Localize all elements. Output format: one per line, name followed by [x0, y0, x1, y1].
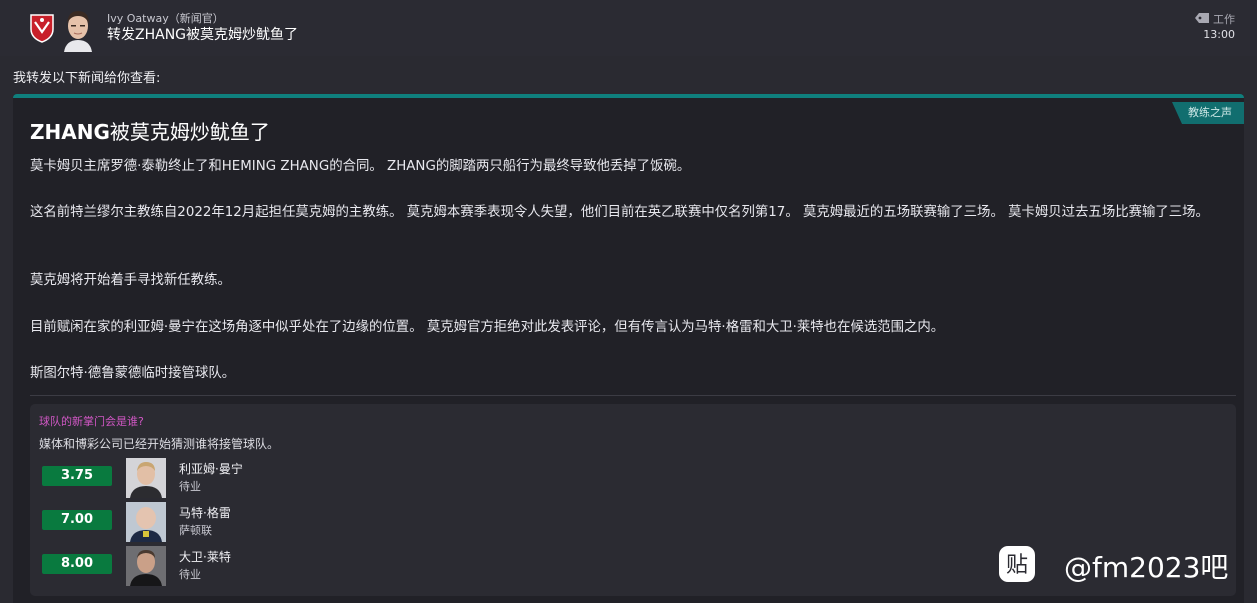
candidate-club[interactable]: 萨顿联: [179, 522, 212, 538]
betting-title: 球队的新掌门会是谁?: [39, 415, 144, 428]
article-paragraph: 斯图尔特·德鲁蒙德临时接管球队。: [30, 366, 236, 381]
tag-label: 工作: [1213, 13, 1235, 26]
tag-icon: [1195, 12, 1209, 26]
candidate-name[interactable]: 大卫·莱特: [179, 548, 231, 565]
article-paragraph: 目前赋闲在家的利亚姆·曼宁在这场角逐中似乎处在了边缘的位置。 莫克姆官方拒绝对此…: [30, 320, 945, 335]
club-crest-icon[interactable]: [29, 13, 55, 43]
message-subject: 转发ZHANG被莫克姆炒鱿鱼了: [107, 27, 299, 43]
candidate-name[interactable]: 利亚姆·曼宁: [179, 460, 243, 477]
betting-description: 媒体和博彩公司已经开始猜测谁将接管球队。: [39, 437, 280, 451]
headline-name[interactable]: ZHANG: [30, 120, 110, 144]
manager-betting-panel: 球队的新掌门会是谁? 媒体和博彩公司已经开始猜测谁将接管球队。 3.75 利亚姆…: [30, 404, 1236, 596]
article-paragraph: 莫克姆将开始着手寻找新任教练。: [30, 273, 231, 288]
message-tag[interactable]: 工作: [1195, 11, 1235, 27]
odds-badge: 7.00: [42, 510, 112, 530]
odds-badge: 3.75: [42, 466, 112, 486]
section-divider: [30, 395, 1236, 396]
tieba-logo-char: 贴: [1006, 553, 1028, 578]
headline-text: 被莫克姆炒鱿鱼了: [109, 120, 270, 144]
candidate-club: 待业: [179, 480, 201, 493]
sender-avatar[interactable]: [58, 6, 98, 52]
message-time: 13:00: [1203, 28, 1235, 41]
candidate-club: 待业: [179, 568, 201, 581]
tieba-logo-icon: 贴: [998, 545, 1036, 583]
article-headline: ZHANG被莫克姆炒鱿鱼了: [30, 116, 270, 145]
odds-badge: 8.00: [42, 554, 112, 574]
candidate-name[interactable]: 马特·格雷: [179, 504, 231, 521]
message-header: Ivy Oatway（新闻官） 转发ZHANG被莫克姆炒鱿鱼了 工作 13:00: [0, 0, 1257, 56]
watermark-text: @fm2023吧: [1064, 551, 1229, 584]
forward-intro: 我转发以下新闻给你查看:: [13, 71, 161, 86]
article-paragraph: 莫卡姆贝主席罗德·泰勒终止了和HEMING ZHANG的合同。 ZHANG的脚踏…: [30, 159, 691, 174]
article-paragraph: 这名前特兰缪尔主教练自2022年12月起担任莫克姆的主教练。 莫克姆本赛季表现令…: [30, 205, 1209, 220]
candidate-photo[interactable]: [126, 458, 166, 498]
article-category-badge: 教练之声: [1172, 102, 1244, 124]
candidate-row[interactable]: 7.00 马特·格雷 萨顿联: [42, 502, 542, 542]
candidate-photo[interactable]: [126, 546, 166, 586]
candidate-photo[interactable]: [126, 502, 166, 542]
news-article-card: 教练之声 ZHANG被莫克姆炒鱿鱼了 莫卡姆贝主席罗德·泰勒终止了和HEMING…: [13, 94, 1244, 603]
candidate-row[interactable]: 8.00 大卫·莱特 待业: [42, 546, 542, 586]
candidate-row[interactable]: 3.75 利亚姆·曼宁 待业: [42, 458, 542, 498]
